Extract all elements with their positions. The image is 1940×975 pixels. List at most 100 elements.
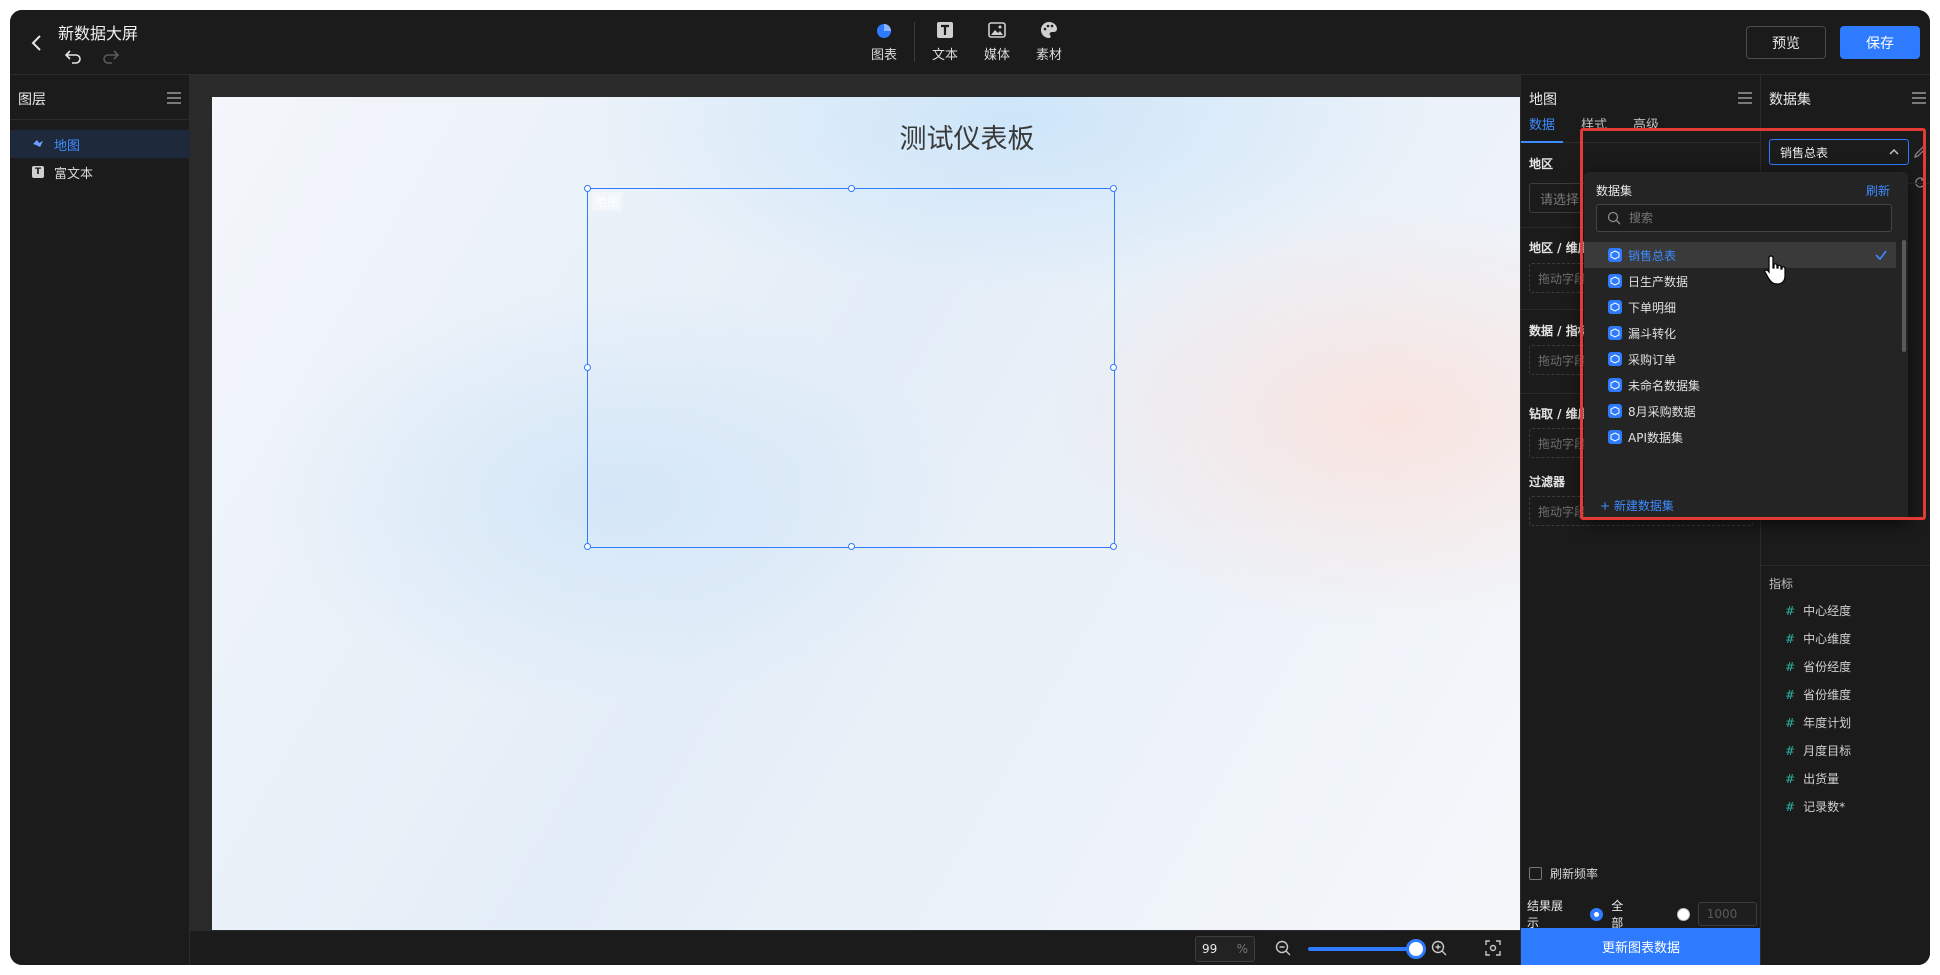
resize-handle-bl[interactable] [584,543,591,550]
section-label: 数据 / 指标 [1529,324,1590,338]
layer-item-label: 地图 [54,138,81,154]
dataset-option[interactable]: 销售总表 [1584,242,1896,268]
preview-button[interactable]: 预览 [1746,26,1826,59]
dataset-icon [1608,404,1622,418]
metric-label: 记录数* [1803,800,1846,814]
search-input[interactable] [1629,211,1879,225]
resize-handle-l[interactable] [584,364,591,371]
resize-handle-t[interactable] [848,185,855,192]
dataset-select-value: 销售总表 [1780,145,1829,160]
tab-advanced[interactable]: 高级 [1625,111,1667,143]
search-icon [1607,211,1621,225]
radio-all[interactable] [1590,907,1604,921]
update-chart-button[interactable]: 更新图表数据 [1521,928,1761,965]
dropdown-scrollbar[interactable] [1902,240,1906,352]
tool-material[interactable]: 素材 [1023,20,1075,63]
metric-item[interactable]: # 月度目标 [1785,742,1851,759]
dataset-select[interactable]: 销售总表 [1769,139,1909,165]
metric-item[interactable]: # 省份经度 [1785,658,1851,675]
zoom-slider-handle[interactable] [1406,939,1426,959]
app-window: 新数据大屏 图表 文本 媒体 素材 预览 保存 图层 地图 T 富文本 测试仪表… [10,10,1930,965]
metric-label: 月度目标 [1803,744,1852,758]
hand-cursor-icon [1763,254,1789,286]
menu-icon[interactable] [166,91,182,105]
hash-icon: # [1785,660,1796,674]
dataset-option[interactable]: API数据集 [1584,424,1896,450]
palette-icon [1041,22,1057,38]
tool-text[interactable]: 文本 [919,20,971,63]
metric-item[interactable]: # 年度计划 [1785,714,1851,731]
text-icon: T [32,166,44,178]
dashboard-canvas[interactable]: 测试仪表板 地图 [212,97,1520,930]
dataset-option[interactable]: 日生产数据 [1584,268,1896,294]
metric-item[interactable]: # 记录数* [1785,798,1845,815]
edit-icon[interactable] [1913,145,1927,159]
zoom-bar: 99 % [190,930,1520,965]
hash-icon: # [1785,688,1796,702]
undo-icon[interactable] [64,46,84,66]
resize-handle-tr[interactable] [1110,185,1117,192]
metric-label: 出货量 [1803,772,1840,786]
tab-data[interactable]: 数据 [1521,111,1564,143]
dataset-icon [1608,274,1622,288]
new-dataset-link[interactable]: + 新建数据集 [1600,497,1674,514]
refresh-freq-checkbox[interactable]: 刷新频率 [1529,865,1598,882]
metric-item[interactable]: # 中心维度 [1785,630,1851,647]
dataset-option[interactable]: 8月采购数据 [1584,398,1896,424]
resize-handle-tl[interactable] [584,185,591,192]
zoom-in-icon[interactable] [1430,939,1448,957]
text-icon [937,22,953,38]
metric-item[interactable]: # 中心经度 [1785,602,1851,619]
resize-handle-r[interactable] [1110,364,1117,371]
zoom-out-icon[interactable] [1274,939,1292,957]
checkbox-box[interactable] [1529,867,1542,880]
dataset-option[interactable]: 采购订单 [1584,346,1896,372]
radio-limit[interactable] [1676,907,1690,921]
dataset-option-label: 销售总表 [1628,248,1677,263]
tool-media[interactable]: 媒体 [971,20,1023,63]
resize-handle-br[interactable] [1110,543,1117,550]
result-label: 结果展示 [1527,899,1564,930]
redo-icon[interactable] [100,46,120,66]
tab-style[interactable]: 样式 [1573,111,1615,143]
menu-icon[interactable] [1737,91,1753,105]
layer-item-richtext[interactable]: T 富文本 [10,158,190,186]
fit-screen-icon[interactable] [1484,939,1502,957]
resize-handle-b[interactable] [848,543,855,550]
layers-panel: 图层 地图 T 富文本 [10,75,190,965]
dataset-title: 数据集 [1769,92,1811,108]
top-bar: 新数据大屏 图表 文本 媒体 素材 预览 保存 [10,10,1930,75]
layer-item-map[interactable]: 地图 [10,130,190,158]
dataset-option-label: 漏斗转化 [1628,326,1677,341]
map-widget[interactable]: 地图 [584,185,1117,550]
dropdown-refresh-link[interactable]: 刷新 [1866,182,1890,199]
layer-item-label: 富文本 [54,166,94,182]
divider [1761,565,1930,566]
dataset-option[interactable]: 未命名数据集 [1584,372,1896,398]
metric-item[interactable]: # 省份维度 [1785,686,1851,703]
dataset-option[interactable]: 漏斗转化 [1584,320,1896,346]
dataset-option[interactable]: 下单明细 [1584,294,1896,320]
refresh-freq-label: 刷新频率 [1550,867,1599,881]
refresh-icon[interactable] [1913,175,1927,189]
limit-input[interactable]: 1000 [1697,902,1757,926]
back-icon[interactable] [26,32,48,54]
metric-item[interactable]: # 出货量 [1785,770,1839,787]
hash-icon: # [1785,800,1796,814]
dataset-dropdown: 数据集 刷新 销售总表 日生产数据 下单明细 漏斗转化 采购订单 [1584,172,1908,520]
dropdown-header: 数据集 [1596,184,1633,198]
hash-icon: # [1785,632,1796,646]
dataset-option-label: 未命名数据集 [1628,378,1701,393]
zoom-slider[interactable] [1308,947,1408,951]
zoom-input[interactable]: 99 % [1195,936,1255,962]
canvas-area: 测试仪表板 地图 [190,75,1520,930]
tool-material-label: 素材 [1035,48,1062,63]
dataset-icon [1608,378,1622,392]
tool-chart[interactable]: 图表 [858,20,910,63]
dataset-icon [1608,248,1622,262]
hash-icon: # [1785,716,1796,730]
menu-icon[interactable] [1911,91,1927,105]
save-button[interactable]: 保存 [1840,26,1920,59]
dataset-option-label: 下单明细 [1628,300,1677,315]
tool-text-label: 文本 [931,48,958,63]
